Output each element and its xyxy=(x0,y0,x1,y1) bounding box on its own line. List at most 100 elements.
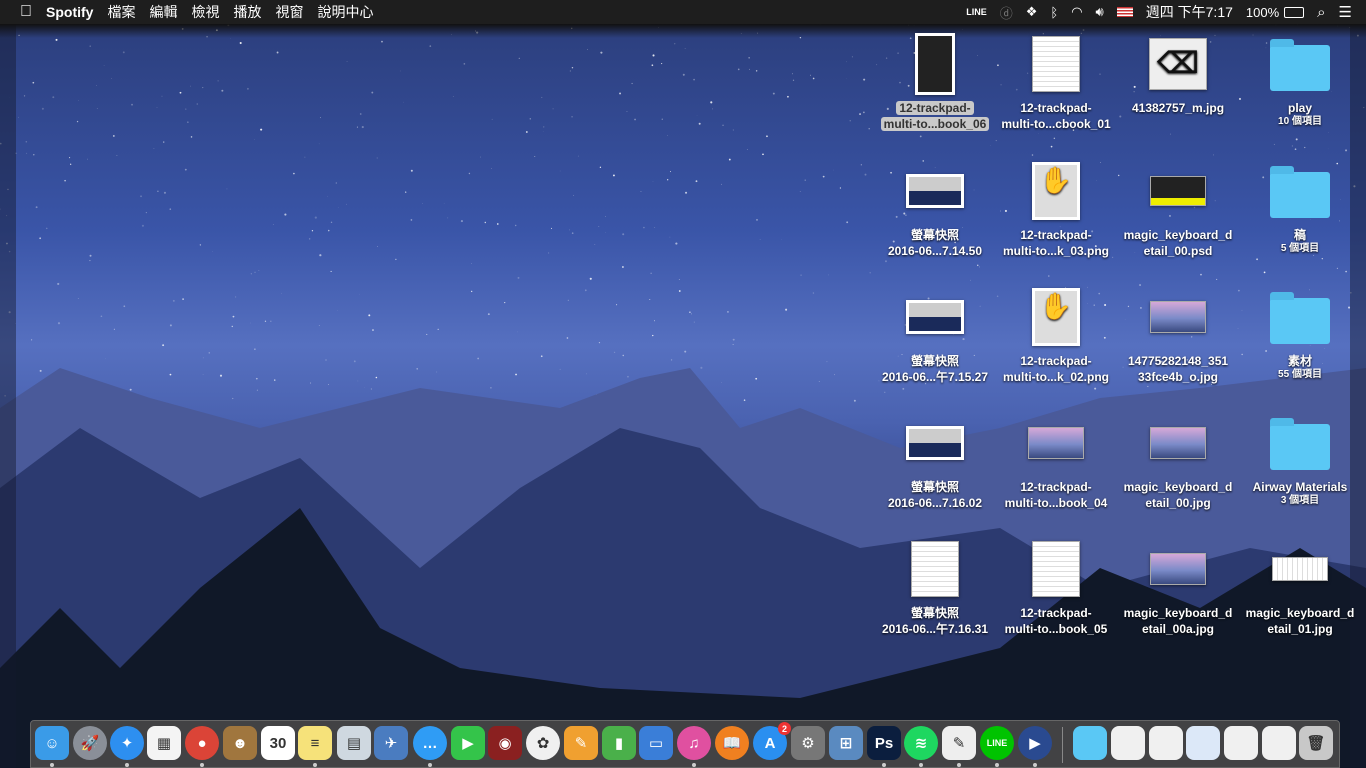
icon-label-line1: play xyxy=(1287,101,1312,115)
dock-quicktime-icon[interactable]: ▶ xyxy=(1018,726,1052,760)
desktop-icon[interactable]: magic_keyboard_d etail_01.jpg xyxy=(1239,537,1361,637)
icon-label-line2: multi-to...k_03.png xyxy=(1002,244,1109,258)
desktop-icon[interactable]: 螢幕快照 2016-06...午7.15.27 xyxy=(874,285,996,385)
dock-messages-icon[interactable]: … xyxy=(413,726,447,760)
desktop-icon[interactable]: 螢幕快照 2016-06...午7.16.31 xyxy=(874,537,996,637)
spotlight-search-icon[interactable]: ⌕ xyxy=(1317,4,1325,21)
dock-safari-icon[interactable]: ✦ xyxy=(110,726,144,760)
dock-finder-icon[interactable]: ☺ xyxy=(35,726,69,760)
item-count: 10 個項目 xyxy=(1278,116,1322,127)
desktop-icon[interactable]: 素材 55 個項目 xyxy=(1239,285,1361,381)
desktop-icon[interactable]: magic_keyboard_d etail_00.psd xyxy=(1117,159,1239,259)
bluetooth-icon[interactable]: ᛒ xyxy=(1050,5,1058,20)
running-indicator xyxy=(882,763,886,767)
desktop-icon[interactable]: play 10 個項目 xyxy=(1239,32,1361,128)
desktop-icon[interactable]: ✋ 12-trackpad-multi-to...k_03.png xyxy=(995,159,1117,259)
desktop-icon[interactable]: magic_keyboard_d etail_00.jpg xyxy=(1117,411,1239,511)
dock-ibooks-icon[interactable]: 📖 xyxy=(715,726,749,760)
running-indicator xyxy=(313,763,317,767)
desktop-icon[interactable]: 14775282148_351 33fce4b_o.jpg xyxy=(1117,285,1239,385)
dock-app-store-icon[interactable]: A2 xyxy=(753,722,791,760)
desktop-icon[interactable]: ⌫ 41382757_m.jpg xyxy=(1117,32,1239,116)
dock-doc-stack-3-icon[interactable] xyxy=(1186,726,1220,760)
dock-image-capture-icon[interactable]: ✈ xyxy=(374,726,408,760)
battery-charging-icon[interactable] xyxy=(1284,6,1305,18)
menu-file[interactable]: 檔案 xyxy=(100,2,142,22)
menu-help[interactable]: 說明中心 xyxy=(310,2,380,22)
desktop-icon[interactable]: 12-trackpad-multi-to...book_04 xyxy=(995,411,1117,511)
dock-remote-desktop-icon[interactable]: ⊞ xyxy=(829,726,863,760)
icon-label-line1: 12-trackpad- xyxy=(1020,354,1092,368)
input-source-flag-icon[interactable] xyxy=(1116,7,1133,17)
folder-icon xyxy=(1270,166,1330,218)
screenshot-thumbnail xyxy=(906,174,964,208)
clock[interactable]: 週四 下午7:17 xyxy=(1146,2,1233,22)
dock-line-icon[interactable]: LINE xyxy=(980,726,1014,760)
desktop-icon[interactable]: 螢幕快照 2016-06...7.16.02 xyxy=(874,411,996,511)
icon-label-line2: 2016-06...7.16.02 xyxy=(887,496,983,510)
desktop-icon[interactable]: magic_keyboard_d etail_00a.jpg xyxy=(1117,537,1239,637)
folder-icon xyxy=(1270,418,1330,470)
icon-label-line2: multi-to...cbook_01 xyxy=(1001,117,1111,131)
running-indicator xyxy=(1033,763,1037,767)
dock-photo-booth-icon[interactable]: ◉ xyxy=(488,726,522,760)
dock-doc-stack-2-icon[interactable] xyxy=(1149,726,1183,760)
dock-launchpad-icon[interactable]: 🚀 xyxy=(73,726,107,760)
running-indicator xyxy=(428,763,432,767)
dashlane-icon[interactable]: ⓓ xyxy=(1000,3,1013,22)
dock-photos-icon[interactable]: ✿ xyxy=(526,726,560,760)
dock-photoshop-icon[interactable]: Ps xyxy=(867,726,901,760)
trackpad-hand-thumbnail: ✋ xyxy=(1032,162,1080,220)
desktop-icon[interactable]: 12-trackpad-multi-to...cbook_01 xyxy=(995,32,1117,132)
dropbox-icon[interactable]: ❖ xyxy=(1026,4,1038,20)
menu-window[interactable]: 視窗 xyxy=(268,2,310,22)
dock-spotify-icon[interactable]: ≋ xyxy=(904,726,938,760)
icon-label-line2: etail_01.jpg xyxy=(1267,622,1333,636)
desktop-icon[interactable]: Airway Materials 3 個項目 xyxy=(1239,411,1361,507)
dock-app-grid-icon[interactable]: ▦ xyxy=(147,726,181,760)
battery-percent[interactable]: 100% xyxy=(1246,5,1279,20)
apple-menu-icon[interactable]:  xyxy=(0,3,39,21)
dock-textedit-icon[interactable]: ✎ xyxy=(942,726,976,760)
file-thumbnail xyxy=(1032,36,1080,92)
dock-keynote-icon[interactable]: ▭ xyxy=(639,726,673,760)
icon-label-line2: multi-to...book_05 xyxy=(1004,622,1108,636)
menu-playback[interactable]: 播放 xyxy=(226,2,268,22)
dock-doc-stack-1-icon[interactable] xyxy=(1111,726,1145,760)
icon-label-line2: 2016-06...7.14.50 xyxy=(887,244,983,258)
menu-app-name[interactable]: Spotify xyxy=(39,4,100,20)
wifi-icon[interactable]: ◠ xyxy=(1071,4,1082,20)
desktop-icon[interactable]: 12-trackpad-multi-to...book_05 xyxy=(995,537,1117,637)
volume-icon[interactable]: 🔊︎ xyxy=(1096,4,1104,20)
desktop-icon[interactable]: ✋ 12-trackpad-multi-to...k_02.png xyxy=(995,285,1117,385)
dock-doc-stack-4-icon[interactable] xyxy=(1224,726,1258,760)
dock-doc-stack-5-icon[interactable] xyxy=(1262,726,1296,760)
dock-itunes-icon[interactable]: ♫ xyxy=(677,726,711,760)
dock-chrome-icon[interactable]: ● xyxy=(185,726,219,760)
dock-preview-icon[interactable]: ▤ xyxy=(337,726,371,760)
icon-label-line2: etail_00a.jpg xyxy=(1141,622,1215,636)
menu-edit[interactable]: 編輯 xyxy=(142,2,184,22)
desktop-icon[interactable]: 12-trackpad-multi-to...book_06 xyxy=(874,32,996,132)
dock-numbers-icon[interactable]: ▮ xyxy=(602,726,636,760)
screenshot-thumbnail xyxy=(906,300,964,334)
icon-label-line1: 12-trackpad- xyxy=(1020,606,1092,620)
line-status-icon[interactable]: LINE xyxy=(966,7,987,17)
dock-notes-icon[interactable]: ≡ xyxy=(298,726,332,760)
desktop-icon[interactable]: 螢幕快照 2016-06...7.14.50 xyxy=(874,159,996,259)
dock-pages-icon[interactable]: ✎ xyxy=(564,726,598,760)
running-indicator xyxy=(50,763,54,767)
dock-contacts-icon[interactable]: ☻ xyxy=(223,726,257,760)
keyboard-thumbnail xyxy=(1272,557,1328,581)
file-thumbnail xyxy=(1032,541,1080,597)
menu-view[interactable]: 檢視 xyxy=(184,2,226,22)
desktop-icon[interactable]: 稿5 個項目 xyxy=(1239,159,1361,255)
notification-center-icon[interactable]: ☰ xyxy=(1339,3,1352,21)
dock-calendar-icon[interactable]: 30 xyxy=(261,726,295,760)
dock-system-preferences-icon[interactable]: ⚙ xyxy=(791,726,825,760)
dock-trash-icon[interactable]: 🗑 xyxy=(1299,726,1333,760)
dock-folder-stack-icon[interactable] xyxy=(1073,726,1107,760)
image-thumbnail xyxy=(1150,301,1206,333)
dock-facetime-icon[interactable]: ▶ xyxy=(451,726,485,760)
running-indicator xyxy=(200,763,204,767)
